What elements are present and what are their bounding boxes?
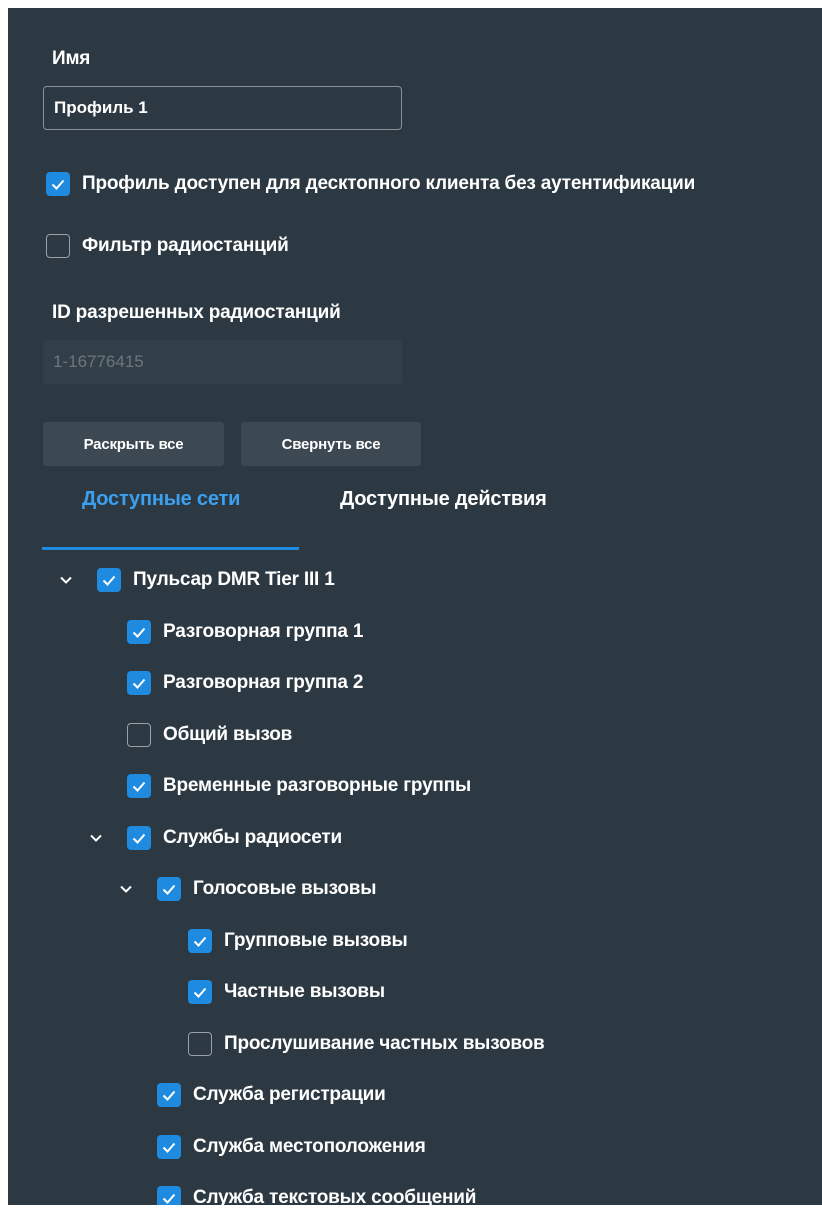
check-icon xyxy=(132,833,146,844)
tree-node-checkbox[interactable] xyxy=(157,877,181,901)
tree-node-label: Разговорная группа 1 xyxy=(163,621,364,642)
tree-node[interactable]: Службы радиосети xyxy=(127,822,342,854)
tree-node[interactable]: Прослушивание частных вызовов xyxy=(188,1028,545,1060)
check-icon xyxy=(193,987,207,998)
radio-filter-label: Фильтр радиостанций xyxy=(82,235,289,256)
tree-node-label: Служба регистрации xyxy=(193,1084,386,1105)
tree-node-checkbox[interactable] xyxy=(127,774,151,798)
chevron-down-icon[interactable] xyxy=(88,830,104,846)
tree-node-checkbox[interactable] xyxy=(188,980,212,1004)
tree-node-label: Службы радиосети xyxy=(163,827,342,848)
profile-settings-panel: Имя Профиль доступен для десктопного кли… xyxy=(8,8,822,1205)
allowed-ids-input[interactable] xyxy=(43,340,402,384)
check-icon xyxy=(132,627,146,638)
tree-node-label: Общий вызов xyxy=(163,724,293,745)
desktop-access-checkbox-row[interactable]: Профиль доступен для десктопного клиента… xyxy=(46,168,695,200)
tree-node-label: Голосовые вызовы xyxy=(193,878,377,899)
radio-filter-checkbox[interactable] xyxy=(46,234,70,258)
tree-node[interactable]: Служба текстовых сообщений xyxy=(157,1182,476,1205)
name-label: Имя xyxy=(52,48,91,69)
expand-all-button[interactable]: Раскрыть все xyxy=(43,422,224,466)
active-tab-indicator xyxy=(42,547,299,550)
tree-node-checkbox[interactable] xyxy=(188,929,212,953)
name-input[interactable] xyxy=(43,86,402,130)
tree-node-label: Прослушивание частных вызовов xyxy=(224,1033,545,1054)
tree-node-label: Временные разговорные группы xyxy=(163,775,472,796)
tree-node-label: Служба текстовых сообщений xyxy=(193,1187,477,1205)
tree-node-checkbox[interactable] xyxy=(127,826,151,850)
tree-node-label: Пульсар DMR Tier III 1 xyxy=(133,569,335,590)
tree-node[interactable]: Разговорная группа 2 xyxy=(127,667,363,699)
tree-node-checkbox[interactable] xyxy=(97,568,121,592)
tree-node-label: Разговорная группа 2 xyxy=(163,672,364,693)
tab-available-networks[interactable]: Доступные сети xyxy=(82,488,240,511)
check-icon xyxy=(162,1193,176,1204)
check-icon xyxy=(132,781,146,792)
tree-node-checkbox[interactable] xyxy=(188,1032,212,1056)
tree-node-checkbox[interactable] xyxy=(157,1186,181,1205)
tree-node[interactable]: Групповые вызовы xyxy=(188,925,408,957)
tree-node[interactable]: Служба местоположения xyxy=(157,1131,426,1163)
tree-node[interactable]: Голосовые вызовы xyxy=(157,873,376,905)
tree-node-checkbox[interactable] xyxy=(157,1135,181,1159)
allowed-ids-label: ID разрешенных радиостанций xyxy=(52,302,341,323)
desktop-access-checkbox[interactable] xyxy=(46,172,70,196)
check-icon xyxy=(162,1142,176,1153)
check-icon xyxy=(102,575,116,586)
desktop-access-label: Профиль доступен для десктопного клиента… xyxy=(82,173,696,194)
tree-node-checkbox[interactable] xyxy=(157,1083,181,1107)
tree-node-label: Частные вызовы xyxy=(224,981,385,1002)
tree-node[interactable]: Пульсар DMR Tier III 1 xyxy=(97,564,335,596)
tree-node-checkbox[interactable] xyxy=(127,723,151,747)
tree-node-checkbox[interactable] xyxy=(127,620,151,644)
chevron-down-icon[interactable] xyxy=(118,881,134,897)
chevron-down-icon[interactable] xyxy=(58,572,74,588)
tree-node-label: Групповые вызовы xyxy=(224,930,408,951)
tree-node[interactable]: Временные разговорные группы xyxy=(127,770,471,802)
tree-node-label: Служба местоположения xyxy=(193,1136,426,1157)
check-icon xyxy=(162,884,176,895)
check-icon xyxy=(132,678,146,689)
tree-node[interactable]: Разговорная группа 1 xyxy=(127,616,363,648)
tree-node[interactable]: Служба регистрации xyxy=(157,1079,386,1111)
radio-filter-checkbox-row[interactable]: Фильтр радиостанций xyxy=(46,230,289,262)
check-icon xyxy=(193,936,207,947)
tree-node[interactable]: Частные вызовы xyxy=(188,976,385,1008)
collapse-all-button[interactable]: Свернуть все xyxy=(241,422,421,466)
tree-node[interactable]: Общий вызов xyxy=(127,719,292,751)
tree-node-checkbox[interactable] xyxy=(127,671,151,695)
check-icon xyxy=(51,179,65,190)
tab-available-actions[interactable]: Доступные действия xyxy=(340,488,547,511)
check-icon xyxy=(162,1090,176,1101)
